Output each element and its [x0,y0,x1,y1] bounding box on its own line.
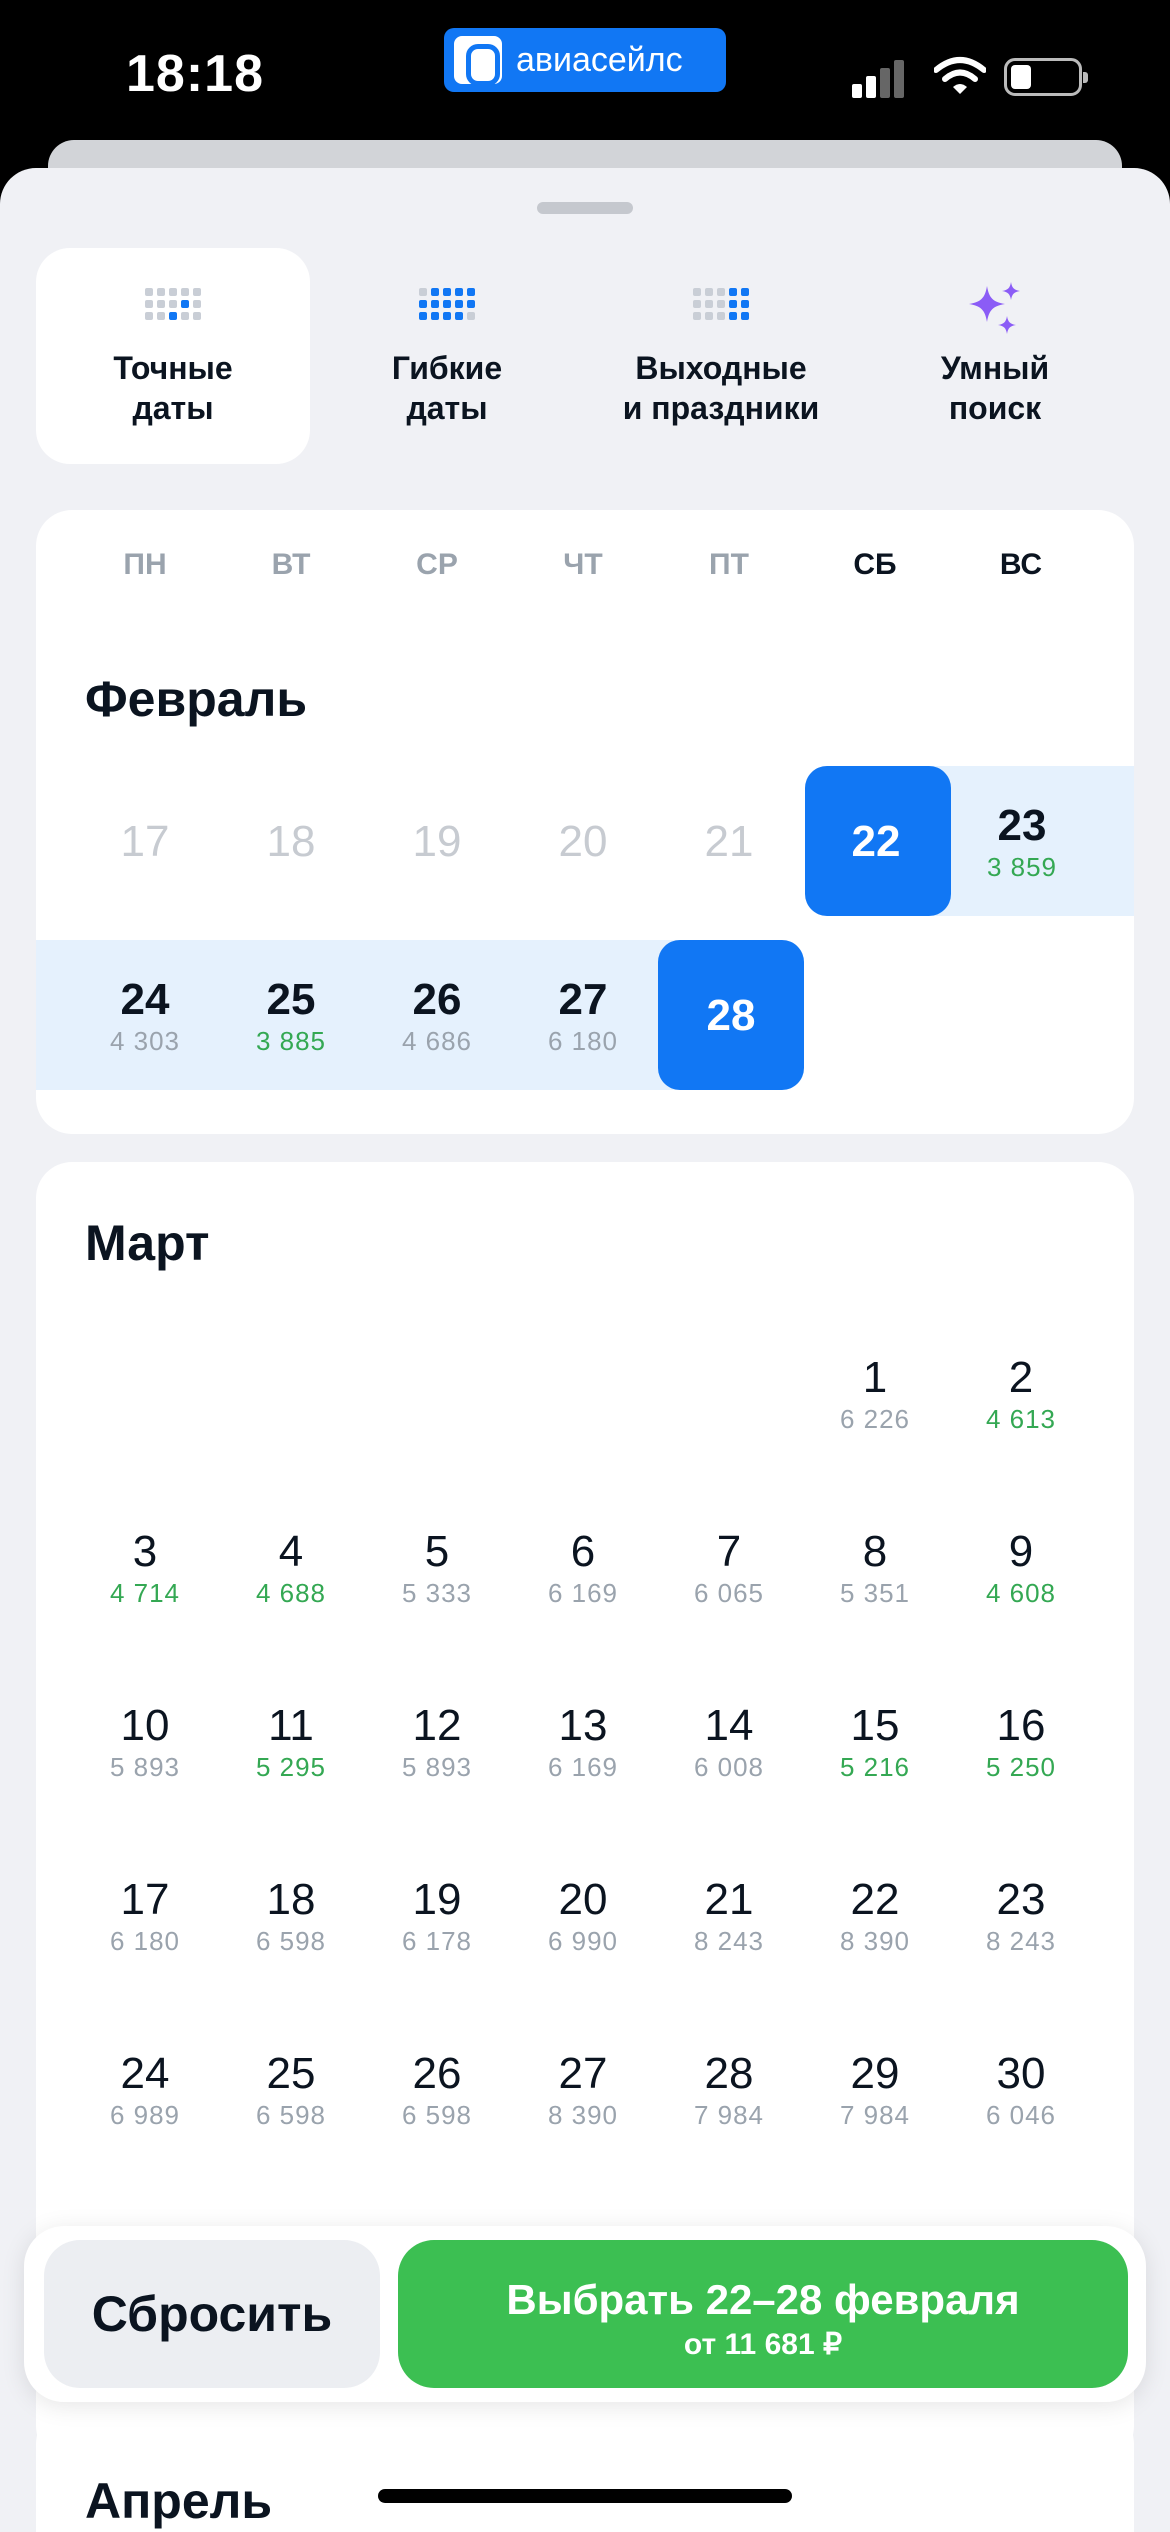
calendar-day[interactable]: 15 5 216 [802,1700,948,1782]
tab-flexible-dates[interactable]: Гибкие даты [310,248,584,464]
february-card: ПН ВТ СР ЧТ ПТ СБ ВС Февраль 17 18 19 20… [36,510,1134,1134]
calendar-day[interactable]: 24 6 989 [72,2048,218,2130]
weekday-header: ПН ВТ СР ЧТ ПТ СБ ВС [36,538,1134,588]
weekday-wed: СР [416,548,458,581]
weekday-fri: ПТ [709,548,749,581]
weekday-tue: ВТ [271,548,311,581]
choose-dates-price: от 11 681 ₽ [683,2328,843,2361]
calendar-day[interactable]: 24 4 303 [72,974,218,1056]
calendar-day[interactable]: 22 8 390 [802,1874,948,1956]
calendar-day[interactable]: 27 6 180 [510,974,656,1056]
calendar-day[interactable]: 11 5 295 [218,1700,364,1782]
tab-label: Выходные и праздники [622,350,820,426]
back-to-app-pill[interactable]: авиасейлс [444,28,726,92]
calendar-day[interactable]: 23 8 243 [948,1874,1094,1956]
calendar-day[interactable]: 76 065 [656,1526,802,1608]
choose-dates-label: Выбрать 22–28 февраля [506,2276,1020,2323]
calendar-day[interactable]: 55 333 [364,1526,510,1608]
tab-weekends-holidays[interactable]: Выходные и праздники [584,248,858,464]
month-title-february: Февраль [85,671,308,727]
calendar-day[interactable]: 21 8 243 [656,1874,802,1956]
weekday-mon: ПН [123,548,167,581]
calendar-day[interactable]: 34 714 [72,1526,218,1608]
calendar-day[interactable]: 14 6 008 [656,1700,802,1782]
app-name: авиасейлс [516,40,683,79]
calendar-day[interactable]: 25 6 598 [218,2048,364,2130]
flexible-dates-grid-icon [417,288,477,334]
calendar-day[interactable]: 28 7 984 [656,2048,802,2130]
calendar-day[interactable]: 26 4 686 [364,974,510,1056]
calendar-day[interactable]: 30 6 046 [948,2048,1094,2130]
aviasales-logo-icon [454,36,502,86]
april-card: Апрель [36,2408,1134,2532]
tab-label: Точные даты [113,350,233,426]
sparkles-icon [969,282,1020,334]
calendar-day-selected-start[interactable]: 22 [803,816,949,868]
weekday-thu: ЧТ [563,548,603,581]
calendar-day[interactable]: 66 169 [510,1526,656,1608]
exact-dates-grid-icon [143,288,203,334]
calendar-day[interactable]: 25 3 885 [218,974,364,1056]
status-bar: 18:18 авиасейлс [0,0,1170,150]
weekday-sun: ВС [999,548,1043,581]
calendar-day[interactable]: 85 351 [802,1526,948,1608]
date-picker-sheet: Точные даты Гибкие даты Выходные и празд… [0,168,1170,2532]
calendar-day-selected-end[interactable]: 28 [658,990,804,1042]
calendar-day[interactable]: 16 226 [802,1352,948,1434]
choose-dates-button[interactable]: Выбрать 22–28 февраля от 11 681 ₽ [398,2240,1128,2388]
calendar-day[interactable]: 12 5 893 [364,1700,510,1782]
sheet-grabber[interactable] [537,202,633,214]
calendar-day[interactable]: 23 3 859 [949,800,1095,882]
tab-label: Умный поиск [940,350,1050,426]
bottom-action-bar: Сбросить Выбрать 22–28 февраля от 11 681… [24,2226,1146,2402]
calendar-day[interactable]: 24 613 [948,1352,1094,1434]
calendar-day[interactable]: 44 688 [218,1526,364,1608]
calendar-day[interactable]: 10 5 893 [72,1700,218,1782]
month-title-april: Апрель [85,2473,273,2529]
home-indicator [378,2489,792,2503]
calendar-day[interactable]: 19 6 178 [364,1874,510,1956]
tab-label: Гибкие даты [391,350,503,426]
calendar-day[interactable]: 13 6 169 [510,1700,656,1782]
battery-icon [1004,58,1088,96]
calendar-day-disabled: 19 [412,817,462,866]
calendar-day-disabled: 20 [558,817,608,866]
wifi-icon [934,57,986,94]
calendar-day[interactable]: 17 6 180 [72,1874,218,1956]
cellular-signal-icon [852,58,912,98]
calendar-day[interactable]: 29 7 984 [802,2048,948,2130]
calendar-day[interactable]: 16 5 250 [948,1700,1094,1782]
tab-exact-dates[interactable]: Точные даты [36,248,310,464]
weekday-sat: СБ [853,548,897,581]
status-time: 18:18 [126,45,264,103]
weekends-grid-icon [691,288,751,334]
reset-button[interactable]: Сбросить [44,2240,380,2388]
calendar-day-disabled: 21 [704,817,754,866]
calendar-day[interactable]: 27 8 390 [510,2048,656,2130]
month-title-march: Март [85,1215,210,1271]
calendar-day-disabled: 17 [120,817,170,866]
calendar-day-disabled: 18 [266,817,316,866]
tab-smart-search[interactable]: Умный поиск [858,248,1132,464]
calendar-day[interactable]: 20 6 990 [510,1874,656,1956]
calendar-day[interactable]: 26 6 598 [364,2048,510,2130]
calendar-day[interactable]: 18 6 598 [218,1874,364,1956]
calendar-day[interactable]: 94 608 [948,1526,1094,1608]
